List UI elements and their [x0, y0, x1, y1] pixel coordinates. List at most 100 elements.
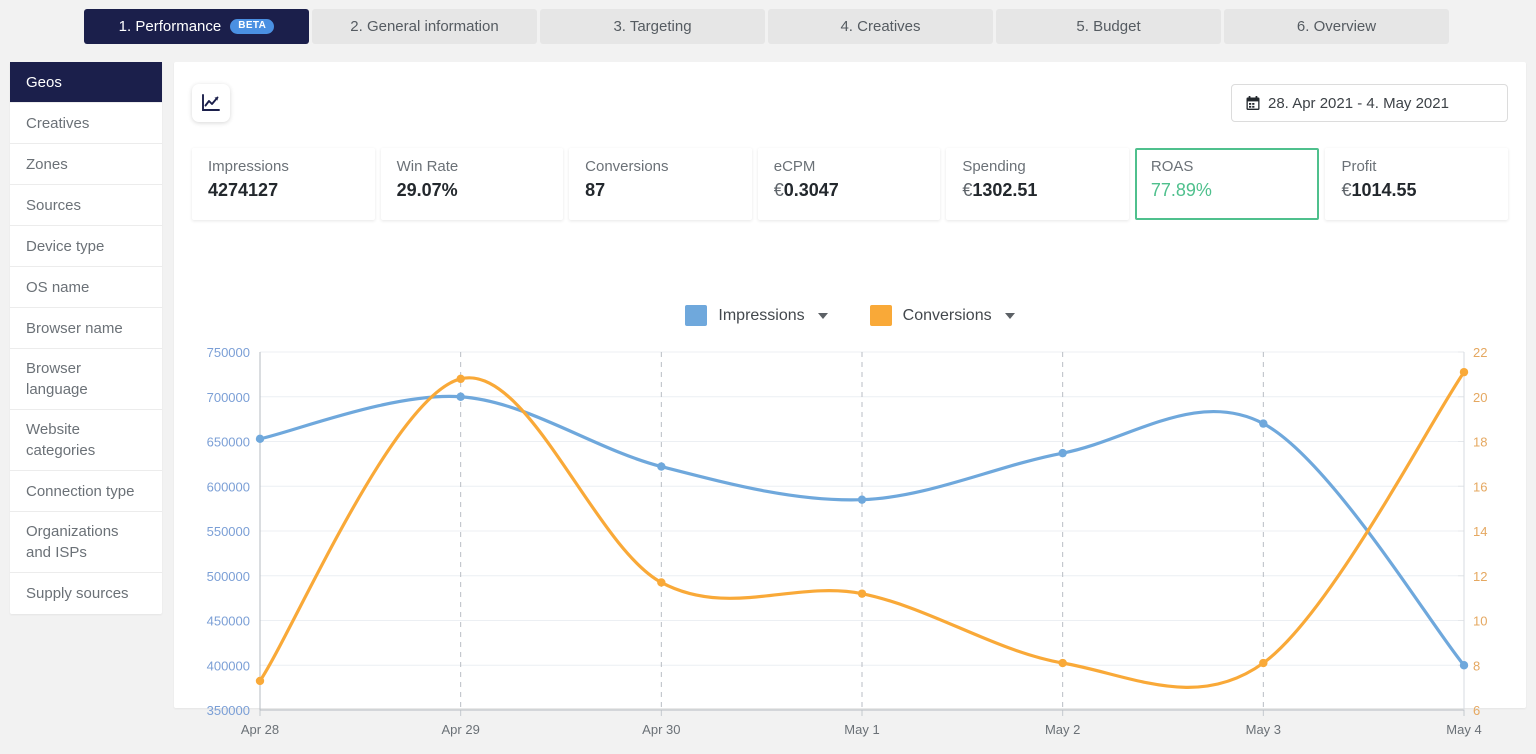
- chart-legend: Impressions Conversions: [174, 305, 1526, 326]
- sidebar-item-label: Browser name: [26, 319, 123, 337]
- data-point-conversions[interactable]: [857, 589, 867, 598]
- sidebar-item-geos[interactable]: Geos: [10, 62, 162, 103]
- kpi-currency: €: [773, 180, 784, 200]
- x-axis-tick: May 1: [844, 722, 879, 737]
- kpi-number: 1014.55: [1351, 180, 1417, 200]
- data-point-impressions[interactable]: [1459, 661, 1469, 670]
- sidebar-item-organizations-and-isps[interactable]: Organizations and ISPs: [10, 512, 162, 573]
- tab-label: 1. Performance: [118, 18, 222, 35]
- tab-overview[interactable]: 6. Overview: [1224, 9, 1449, 44]
- data-point-conversions[interactable]: [255, 676, 265, 686]
- sidebar-item-os-name[interactable]: OS name: [10, 267, 162, 308]
- kpi-value: 4274127: [208, 180, 375, 201]
- kpi-value: 29.07%: [397, 180, 564, 201]
- data-point-impressions[interactable]: [1058, 448, 1067, 458]
- chevron-down-icon[interactable]: [817, 312, 828, 319]
- left-axis-tick: 500000: [207, 569, 250, 584]
- right-axis-tick: 22: [1473, 345, 1487, 360]
- right-axis-tick: 10: [1473, 614, 1487, 629]
- line-chart-view-button[interactable]: [192, 84, 230, 122]
- right-axis-tick: 18: [1473, 435, 1487, 450]
- left-axis-tick: 650000: [207, 435, 250, 450]
- sidebar-item-label: Geos: [26, 73, 62, 91]
- sidebar-item-label: Zones: [26, 155, 68, 173]
- chart-svg: 350000 400000 450000 500000 550000 600000 6500…: [207, 345, 1488, 737]
- line-chart-icon: [202, 94, 220, 111]
- data-point-conversions[interactable]: [1459, 367, 1469, 377]
- left-axis-tick: 700000: [207, 390, 250, 405]
- kpi-card-impressions[interactable]: Impressions 4274127: [192, 148, 375, 220]
- date-range-picker[interactable]: 28. Apr 2021 - 4. May 2021: [1231, 84, 1508, 122]
- sidebar-item-connection-type[interactable]: Connection type: [10, 471, 162, 512]
- kpi-card-conversions[interactable]: Conversions 87: [569, 148, 752, 220]
- data-point-impressions[interactable]: [1259, 419, 1268, 428]
- tab-budget[interactable]: 5. Budget: [996, 9, 1221, 44]
- sidebar-item-device-type[interactable]: Device type: [10, 226, 162, 267]
- data-point-conversions[interactable]: [1058, 658, 1067, 668]
- sidebar-item-browser-language[interactable]: Browser language: [10, 349, 162, 410]
- sidebar-item-supply-sources[interactable]: Supply sources: [10, 573, 162, 614]
- wizard-tab-bar: 1. Performance BETA 2. General informati…: [0, 0, 1536, 55]
- tab-label: 3. Targeting: [613, 18, 692, 35]
- tab-targeting[interactable]: 3. Targeting: [540, 9, 765, 44]
- sidebar-item-label: Website categories: [26, 421, 96, 459]
- sidebar-item-creatives[interactable]: Creatives: [10, 103, 162, 144]
- kpi-currency: €: [1341, 180, 1352, 200]
- sidebar-item-browser-name[interactable]: Browser name: [10, 308, 162, 349]
- left-axis-tick: 400000: [207, 658, 250, 673]
- x-axis-tick: May 2: [1045, 722, 1080, 737]
- kpi-value: €1302.51: [962, 180, 1129, 201]
- tab-label: 2. General information: [350, 18, 499, 35]
- data-point-impressions[interactable]: [255, 434, 265, 444]
- x-axis-tick: Apr 28: [241, 722, 279, 737]
- tab-label: 5. Budget: [1076, 18, 1141, 35]
- tab-performance[interactable]: 1. Performance BETA: [84, 9, 309, 44]
- main-panel: 28. Apr 2021 - 4. May 2021 Impressions 4…: [174, 62, 1526, 737]
- left-axis-tick: 350000: [207, 703, 250, 718]
- sidebar-item-sources[interactable]: Sources: [10, 185, 162, 226]
- right-axis-tick: 16: [1473, 479, 1487, 494]
- kpi-label: Conversions: [585, 158, 669, 175]
- data-point-impressions[interactable]: [857, 495, 867, 504]
- kpi-card-spending[interactable]: Spending €1302.51: [946, 148, 1129, 220]
- performance-line-chart: 350000 400000 450000 500000 550000 600000 6500…: [192, 344, 1508, 754]
- kpi-card-row: Impressions 4274127 Win Rate 29.07% Conv…: [192, 148, 1509, 220]
- data-point-conversions[interactable]: [657, 578, 666, 587]
- kpi-card-win-rate[interactable]: Win Rate 29.07%: [380, 148, 564, 220]
- right-axis-tick: 8: [1473, 658, 1480, 673]
- sidebar-item-label: Supply sources: [26, 585, 129, 602]
- chevron-down-icon[interactable]: [1004, 312, 1015, 319]
- kpi-label: ROAS: [1150, 158, 1194, 175]
- sidebar-item-label: Device type: [26, 237, 105, 255]
- kpi-label: Spending: [962, 158, 1026, 175]
- right-axis-tick: 12: [1473, 569, 1487, 584]
- kpi-number: 1302.51: [972, 180, 1038, 200]
- kpi-number: 0.3047: [783, 180, 839, 200]
- x-axis-tick: May 3: [1246, 722, 1281, 737]
- legend-item-impressions[interactable]: Impressions: [685, 305, 828, 326]
- sidebar-item-zones[interactable]: Zones: [10, 144, 162, 185]
- x-axis-tick: Apr 29: [442, 722, 480, 737]
- legend-item-conversions[interactable]: Conversions: [869, 305, 1015, 326]
- kpi-card-profit[interactable]: Profit €1014.55: [1325, 148, 1509, 220]
- kpi-currency: €: [962, 180, 973, 200]
- kpi-value: 77.89%: [1151, 180, 1318, 201]
- x-axis-tick: Apr 30: [642, 722, 680, 737]
- left-axis-tick: 600000: [207, 479, 250, 494]
- data-point-impressions[interactable]: [657, 462, 666, 471]
- data-point-conversions[interactable]: [1259, 658, 1268, 668]
- data-point-conversions[interactable]: [456, 374, 465, 384]
- legend-swatch-impressions: [685, 305, 708, 326]
- kpi-label: eCPM: [773, 158, 816, 175]
- data-point-impressions[interactable]: [456, 392, 465, 401]
- left-axis-tick: 750000: [207, 345, 250, 360]
- kpi-number: 29.07%: [396, 180, 458, 200]
- sidebar-item-website-categories[interactable]: Website categories: [10, 410, 162, 471]
- kpi-card-ecpm[interactable]: eCPM €0.3047: [757, 148, 941, 220]
- kpi-label: Impressions: [208, 158, 289, 175]
- sidebar-item-label: OS name: [26, 278, 90, 296]
- kpi-number: 77.89%: [1150, 180, 1212, 200]
- tab-creatives[interactable]: 4. Creatives: [768, 9, 993, 44]
- tab-general-information[interactable]: 2. General information: [312, 9, 537, 44]
- kpi-card-roas[interactable]: ROAS 77.89%: [1134, 148, 1320, 220]
